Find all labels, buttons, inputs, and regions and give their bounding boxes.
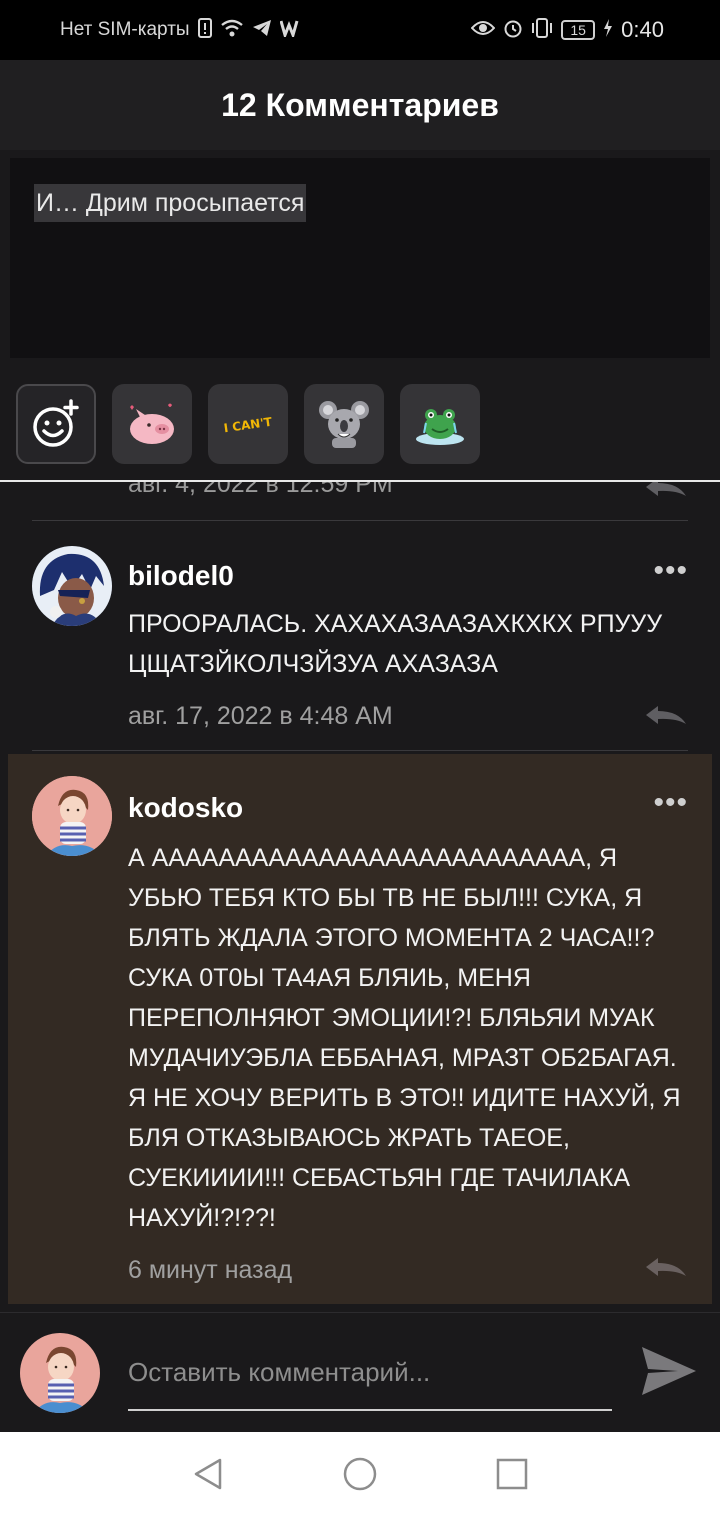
status-left: Нет SIM-карты xyxy=(60,18,302,42)
eye-icon xyxy=(470,19,496,41)
more-options-button[interactable]: ••• xyxy=(653,786,688,820)
comment-item: bilodel0 ••• ПРООРАЛАСЬ. ХАХАХАЗААЗАХКХК… xyxy=(8,532,712,752)
comment-username[interactable]: bilodel0 xyxy=(128,560,234,592)
wifi-icon xyxy=(220,18,244,42)
recents-button[interactable] xyxy=(496,1458,528,1495)
comment-composer: Оставить комментарий... xyxy=(0,1312,720,1432)
back-icon xyxy=(194,1458,222,1489)
comment-separator xyxy=(32,750,688,751)
home-button[interactable] xyxy=(342,1456,378,1497)
reply-button[interactable] xyxy=(644,704,688,731)
pig-sticker xyxy=(130,403,174,444)
frog-sticker xyxy=(416,409,464,445)
koala-sticker-button[interactable] xyxy=(304,384,384,464)
post-text: И… Дрим просыпается xyxy=(34,184,307,222)
carrier-text: Нет SIM-карты xyxy=(60,19,190,40)
send-icon xyxy=(642,1347,696,1395)
comment-item-highlighted: kodosko ••• А АААААААААААААААААААААААААА… xyxy=(8,754,712,1304)
comments-list[interactable]: авг. 4, 2022 в 12:59 PM bilodel0 ••• ПРО… xyxy=(0,482,720,1312)
status-bar: Нет SIM-карты 15 0:40 xyxy=(0,0,720,60)
frog-sticker-button[interactable] xyxy=(400,384,480,464)
avatar-image xyxy=(20,1333,100,1413)
telegram-icon xyxy=(252,19,272,41)
home-icon xyxy=(343,1457,377,1490)
avatar-image xyxy=(32,546,112,626)
status-right: 15 0:40 xyxy=(470,17,664,43)
sim-alert-icon xyxy=(197,18,212,42)
system-nav-bar xyxy=(0,1432,720,1520)
comment-date: авг. 4, 2022 в 12:59 PM xyxy=(128,482,393,498)
send-button[interactable] xyxy=(638,1343,698,1404)
comment-date: 6 минут назад xyxy=(128,1256,293,1284)
reply-button[interactable] xyxy=(644,482,688,503)
avatar[interactable] xyxy=(32,776,112,856)
avatar-image xyxy=(32,776,112,856)
i-cant-sticker: I CAN'T xyxy=(223,415,274,436)
comments-header: 12 Комментариев xyxy=(0,60,720,150)
post-content: И… Дрим просыпается xyxy=(10,158,710,358)
reply-icon xyxy=(646,706,686,724)
comment-text: ПРООРАЛАСЬ. ХАХАХАЗААЗАХКХКХ РПУУУ ЦЩАТЗ… xyxy=(128,610,663,678)
i-cant-sticker-text: I CAN'T xyxy=(223,415,274,436)
reply-button[interactable] xyxy=(644,1256,688,1283)
reply-icon xyxy=(646,482,686,496)
comment-separator xyxy=(32,520,688,521)
alarm-icon xyxy=(503,18,523,42)
comment-date: авг. 17, 2022 в 4:48 AM xyxy=(128,702,393,730)
comment-username[interactable]: kodosko xyxy=(128,792,243,824)
status-time: 0:40 xyxy=(621,17,664,42)
app-w-icon xyxy=(279,19,302,41)
i-cant-sticker-button[interactable]: I CAN'T xyxy=(208,384,288,464)
emoji-add-button[interactable] xyxy=(16,384,96,464)
page-title: 12 Комментариев xyxy=(221,86,499,123)
recents-icon xyxy=(496,1458,528,1489)
comment-text: А АААААААААААААААААААААААААА, Я УБЬЮ ТЕБ… xyxy=(128,844,681,1232)
more-options-button[interactable]: ••• xyxy=(653,554,688,588)
reply-icon xyxy=(646,1258,686,1276)
emoji-add-icon xyxy=(33,399,79,447)
charging-icon xyxy=(603,19,613,41)
avatar[interactable] xyxy=(32,546,112,626)
vibrate-icon xyxy=(531,18,553,42)
back-button[interactable] xyxy=(192,1457,224,1496)
sticker-row: I CAN'T xyxy=(16,384,480,466)
comment-input[interactable]: Оставить комментарий... xyxy=(128,1349,612,1411)
avatar xyxy=(20,1333,100,1413)
koala-sticker xyxy=(319,401,369,448)
battery-indicator: 15 xyxy=(561,20,596,40)
pig-sticker-button[interactable] xyxy=(112,384,192,464)
